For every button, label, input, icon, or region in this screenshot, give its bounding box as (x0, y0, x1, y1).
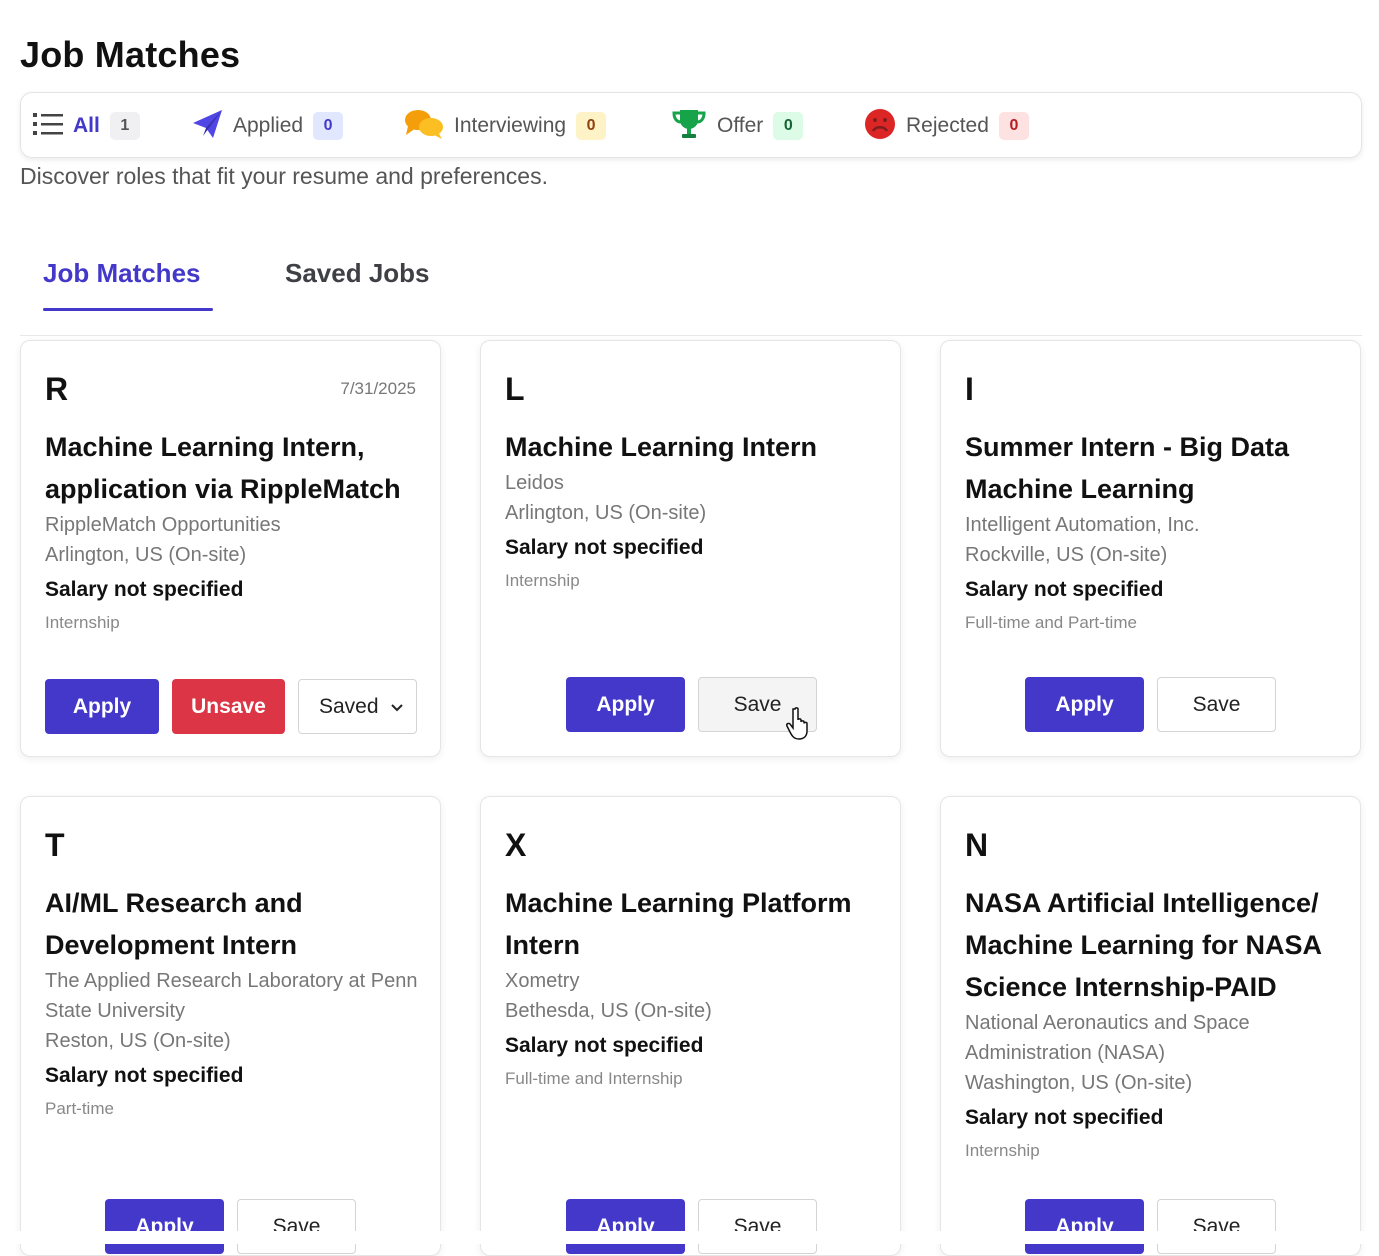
unsave-button[interactable]: Unsave (172, 679, 285, 734)
tabs-divider (20, 335, 1362, 336)
job-salary: Salary not specified (505, 1034, 704, 1057)
company-name: RippleMatch Opportunities (45, 514, 281, 536)
chat-bubbles-icon (404, 108, 444, 145)
filter-all-label: All (73, 114, 100, 137)
apply-button[interactable]: Apply (566, 677, 685, 732)
hand-pointer-cursor-icon (786, 707, 814, 741)
save-button[interactable]: Save (1157, 1199, 1276, 1254)
filter-applied-label: Applied (233, 114, 304, 137)
company-name: Leidos (505, 472, 564, 494)
job-card: I Summer Intern - Big Data Machine Learn… (940, 340, 1361, 757)
apply-button[interactable]: Apply (1025, 1199, 1144, 1254)
job-title[interactable]: Machine Learning Intern (505, 426, 885, 468)
filter-offer[interactable]: Offer 0 (671, 93, 804, 159)
filter-interviewing[interactable]: Interviewing 0 (404, 93, 607, 159)
job-type: Full-time and Internship (505, 1069, 683, 1088)
apply-button[interactable]: Apply (566, 1199, 685, 1254)
job-title[interactable]: NASA Artificial Intelligence/ Machine Le… (965, 882, 1345, 1008)
save-button[interactable]: Save (1157, 677, 1276, 732)
posted-date: 7/31/2025 (340, 379, 416, 398)
apply-button[interactable]: Apply (105, 1199, 224, 1254)
filter-rejected-count: 0 (998, 112, 1029, 140)
job-location: Bethesda, US (On-site) (505, 1000, 712, 1022)
trophy-icon (671, 108, 707, 145)
job-type: Internship (505, 571, 580, 590)
company-initial: R (45, 371, 69, 407)
job-salary: Salary not specified (45, 1064, 244, 1087)
company-initial: T (45, 827, 65, 863)
active-tab-indicator (43, 308, 213, 311)
job-salary: Salary not specified (45, 578, 244, 601)
company-initial: X (505, 827, 527, 863)
tab-job-matches[interactable]: Job Matches (43, 258, 201, 289)
company-name: The Applied Research Laboratory at Penn … (45, 970, 418, 1022)
filter-rejected-label: Rejected (906, 114, 989, 137)
job-location: Rockville, US (On-site) (965, 544, 1168, 566)
filter-offer-count: 0 (773, 112, 804, 140)
page-subtitle: Discover roles that fit your resume and … (20, 163, 548, 189)
filter-all[interactable]: All 1 (33, 93, 140, 159)
company-initial: L (505, 371, 525, 407)
job-salary: Salary not specified (965, 578, 1164, 601)
filter-applied[interactable]: Applied 0 (191, 93, 344, 159)
job-card: L Machine Learning Intern Leidos Arlingt… (480, 340, 901, 757)
company-name: Xometry (505, 970, 580, 992)
job-card: R 7/31/2025 Machine Learning Intern, app… (20, 340, 441, 757)
filter-interviewing-count: 0 (576, 112, 607, 140)
job-location: Arlington, US (On-site) (45, 544, 247, 566)
job-title[interactable]: AI/ML Research and Development Intern (45, 882, 425, 966)
job-title[interactable]: Summer Intern - Big Data Machine Learnin… (965, 426, 1345, 510)
apply-button[interactable]: Apply (45, 679, 159, 734)
filter-applied-count: 0 (313, 112, 344, 140)
status-filter-bar: All 1 Applied 0 Interviewing 0 Offer 0 R… (20, 92, 1362, 158)
job-location: Washington, US (On-site) (965, 1072, 1193, 1094)
filter-interviewing-label: Interviewing (454, 114, 567, 137)
tab-saved-jobs[interactable]: Saved Jobs (285, 258, 430, 289)
filter-rejected[interactable]: Rejected 0 (864, 93, 1029, 159)
viewport-bottom-edge (0, 1231, 1379, 1244)
paper-plane-icon (191, 109, 223, 144)
company-initial: I (965, 371, 974, 407)
saved-status-label: Saved (319, 694, 379, 718)
job-card: N NASA Artificial Intelligence/ Machine … (940, 796, 1361, 1256)
job-title[interactable]: Machine Learning Intern, application via… (45, 426, 425, 510)
job-card: X Machine Learning Platform Intern Xomet… (480, 796, 901, 1256)
job-location: Arlington, US (On-site) (505, 502, 707, 524)
job-type: Full-time and Part-time (965, 613, 1137, 632)
job-type: Internship (965, 1141, 1040, 1160)
job-type: Part-time (45, 1099, 114, 1118)
job-salary: Salary not specified (505, 536, 704, 559)
filter-offer-label: Offer (717, 114, 764, 137)
job-card: T AI/ML Research and Development Intern … (20, 796, 441, 1256)
saved-status-dropdown[interactable]: Saved (298, 679, 417, 734)
apply-button[interactable]: Apply (1025, 677, 1144, 732)
job-type: Internship (45, 613, 120, 632)
list-icon (33, 111, 63, 142)
job-title[interactable]: Machine Learning Platform Intern (505, 882, 885, 966)
sad-face-icon (864, 108, 896, 145)
save-button[interactable]: Save (237, 1199, 356, 1254)
job-salary: Salary not specified (965, 1106, 1164, 1129)
company-name: Intelligent Automation, Inc. (965, 514, 1200, 536)
filter-all-count: 1 (109, 112, 140, 140)
company-initial: N (965, 827, 989, 863)
job-location: Reston, US (On-site) (45, 1030, 231, 1052)
chevron-down-icon (390, 695, 404, 719)
page-title: Job Matches (20, 34, 241, 75)
company-name: National Aeronautics and Space Administr… (965, 1012, 1250, 1064)
save-button[interactable]: Save (698, 1199, 817, 1254)
